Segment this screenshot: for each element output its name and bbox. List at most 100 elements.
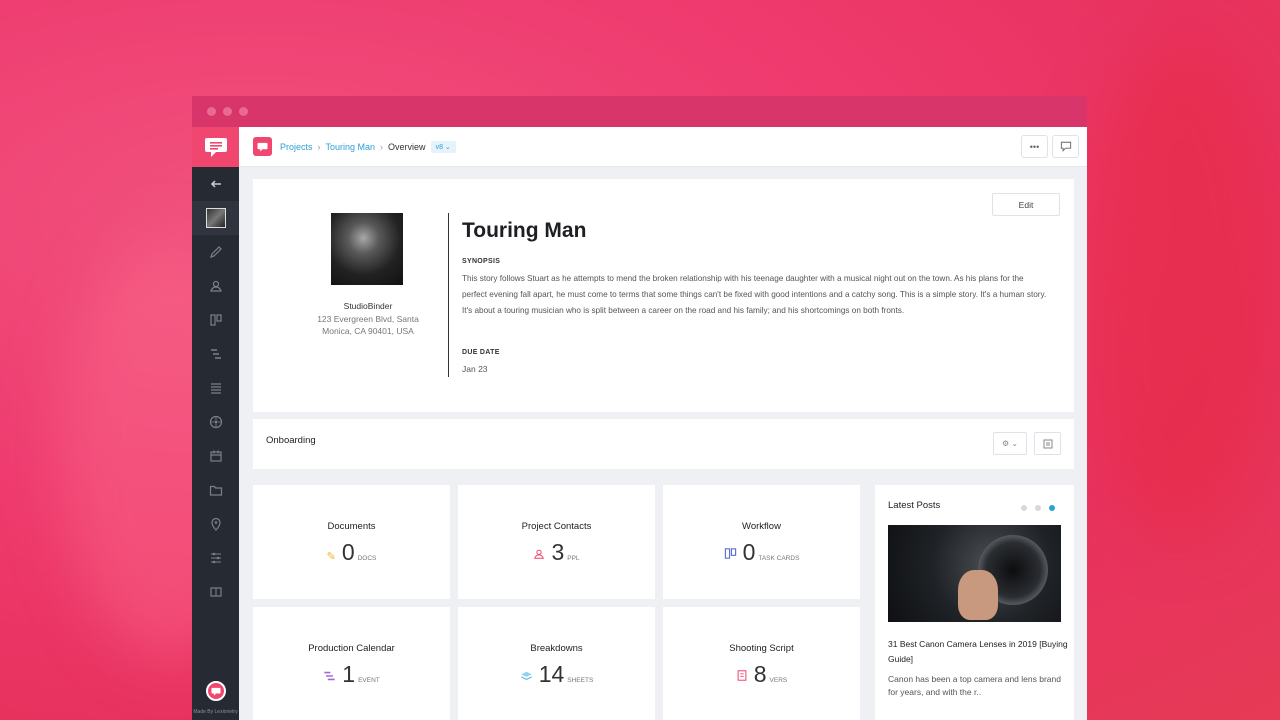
- background-blob: [1080, 40, 1280, 540]
- project-poster: [331, 213, 403, 285]
- latest-posts-title: Latest Posts: [888, 500, 941, 511]
- contacts-icon: [533, 548, 545, 563]
- location-pin-icon: [210, 517, 221, 531]
- sidebar-item-documents[interactable]: [192, 235, 239, 269]
- sidebar: Made By Lexionetry: [192, 127, 239, 720]
- sliders-icon: [210, 552, 221, 564]
- tile-count: 14: [538, 661, 565, 687]
- workflow-icon: [724, 547, 737, 563]
- sidebar-item-shots[interactable]: [192, 405, 239, 439]
- sidebar-item-breakdowns[interactable]: [192, 371, 239, 405]
- due-date-label: DUE DATE: [462, 349, 500, 356]
- edit-button[interactable]: Edit: [992, 193, 1060, 216]
- post-title[interactable]: 31 Best Canon Camera Lenses in 2019 [Buy…: [888, 637, 1068, 667]
- user-avatar[interactable]: [205, 681, 226, 701]
- project-contacts-tile[interactable]: Project Contacts 3 PPL: [458, 485, 655, 599]
- project-thumbnail: [205, 208, 226, 228]
- breadcrumb-project[interactable]: Touring Man: [326, 142, 376, 152]
- app-logo[interactable]: [192, 127, 239, 167]
- tile-count: 3: [551, 539, 565, 565]
- sidebar-item-calendar[interactable]: [192, 439, 239, 473]
- tile-title: Shooting Script: [729, 643, 794, 654]
- breadcrumb-projects[interactable]: Projects: [280, 142, 313, 152]
- production-calendar-tile[interactable]: Production Calendar 1 EVENT: [253, 607, 450, 720]
- post-excerpt: Canon has been a top camera and lens bra…: [888, 674, 1061, 697]
- latest-posts-card: Latest Posts 31 Best Canon Camera Lenses…: [875, 485, 1074, 720]
- more-options-button[interactable]: •••: [1021, 135, 1048, 158]
- sidebar-item-project[interactable]: [192, 201, 239, 235]
- window-close-dot[interactable]: [207, 107, 216, 116]
- workflow-tile[interactable]: Workflow 0 TASK CARDS: [663, 485, 860, 599]
- tile-title: Documents: [327, 521, 376, 532]
- main-content: Projects › Touring Man › Overview v8 ⌄ •…: [239, 127, 1087, 720]
- onboarding-settings-button[interactable]: ⚙ ⌄: [993, 432, 1027, 455]
- book-icon: [209, 587, 222, 597]
- tile-title: Project Contacts: [521, 521, 592, 532]
- tile-title: Production Calendar: [308, 643, 395, 654]
- calendar-icon: [209, 450, 222, 462]
- onboarding-bar: Onboarding ⚙ ⌄: [253, 419, 1074, 469]
- pencil-icon: ✎: [326, 551, 336, 563]
- divider: [448, 213, 449, 377]
- onboarding-title: Onboarding: [266, 435, 316, 446]
- breakdowns-tile[interactable]: Breakdowns 14 SHEETS: [458, 607, 655, 720]
- sidebar-item-files[interactable]: [192, 473, 239, 507]
- carousel-dot[interactable]: [1021, 505, 1027, 511]
- version-badge[interactable]: v8 ⌄: [430, 140, 456, 153]
- sidebar-item-locations[interactable]: [192, 507, 239, 541]
- synopsis-text: This story follows Stuart as he attempts…: [462, 274, 1047, 315]
- layers-icon: [520, 670, 533, 685]
- onboarding-view-button[interactable]: [1034, 432, 1061, 455]
- studio-name: StudioBinder: [343, 301, 393, 311]
- sidebar-item-workflow[interactable]: [192, 303, 239, 337]
- sidebar-item-stripboard[interactable]: [192, 337, 239, 371]
- back-arrow-icon[interactable]: [192, 167, 239, 201]
- tile-title: Breakdowns: [530, 643, 583, 654]
- carousel-dot-active[interactable]: [1049, 505, 1055, 511]
- tile-unit: SHEETS: [567, 677, 594, 684]
- stripboard-icon: [210, 349, 221, 359]
- contacts-icon: [209, 280, 222, 292]
- documents-tile[interactable]: Documents ✎ 0 DOCS: [253, 485, 450, 599]
- sidebar-item-contacts[interactable]: [192, 269, 239, 303]
- tile-count: 8: [753, 661, 767, 687]
- breadcrumb-current: Overview: [388, 141, 426, 152]
- breadcrumb-separator: ›: [317, 141, 321, 152]
- comments-button[interactable]: [1052, 135, 1079, 158]
- made-by-label: Made By Lexionetry: [193, 709, 238, 715]
- tile-unit: DOCS: [357, 555, 377, 562]
- workflow-icon: [209, 314, 222, 326]
- top-bar: Projects › Touring Man › Overview v8 ⌄ •…: [239, 127, 1087, 167]
- window-titlebar: [192, 96, 1087, 127]
- comment-icon: [1060, 141, 1071, 152]
- window-minimize-dot[interactable]: [223, 107, 232, 116]
- window-maximize-dot[interactable]: [239, 107, 248, 116]
- tile-count: 0: [742, 539, 756, 565]
- synopsis-label: SYNOPSIS: [462, 258, 501, 265]
- project-chat-icon: [253, 137, 272, 156]
- sidebar-footer: Made By Lexionetry: [192, 681, 239, 720]
- stripboard-icon: [323, 670, 336, 685]
- script-icon: [736, 669, 748, 685]
- breadcrumb-separator: ›: [380, 141, 384, 152]
- film-reel-icon: [209, 415, 222, 429]
- pencil-icon: [209, 246, 222, 258]
- hand-graphic: [958, 570, 998, 620]
- tile-title: Workflow: [742, 521, 781, 532]
- tile-unit: PPL: [567, 555, 580, 562]
- list-icon: [210, 383, 221, 394]
- chat-logo-icon: [204, 138, 227, 157]
- folder-icon: [209, 485, 222, 496]
- tile-unit: TASK CARDS: [758, 555, 800, 562]
- project-title: Touring Man: [462, 219, 587, 242]
- tile-unit: EVENT: [358, 677, 380, 684]
- carousel-dot[interactable]: [1035, 505, 1041, 511]
- project-overview-card: StudioBinder 123 Evergreen Blvd, Santa M…: [253, 179, 1074, 412]
- app-window: Made By Lexionetry Projects › Touring Ma…: [192, 96, 1087, 720]
- shooting-script-tile[interactable]: Shooting Script 8 VERS: [663, 607, 860, 720]
- post-image[interactable]: [888, 525, 1061, 622]
- due-date-value: Jan 23: [462, 364, 488, 374]
- sidebar-item-settings[interactable]: [192, 541, 239, 575]
- tile-count: 1: [342, 661, 356, 687]
- sidebar-item-sides[interactable]: [192, 575, 239, 609]
